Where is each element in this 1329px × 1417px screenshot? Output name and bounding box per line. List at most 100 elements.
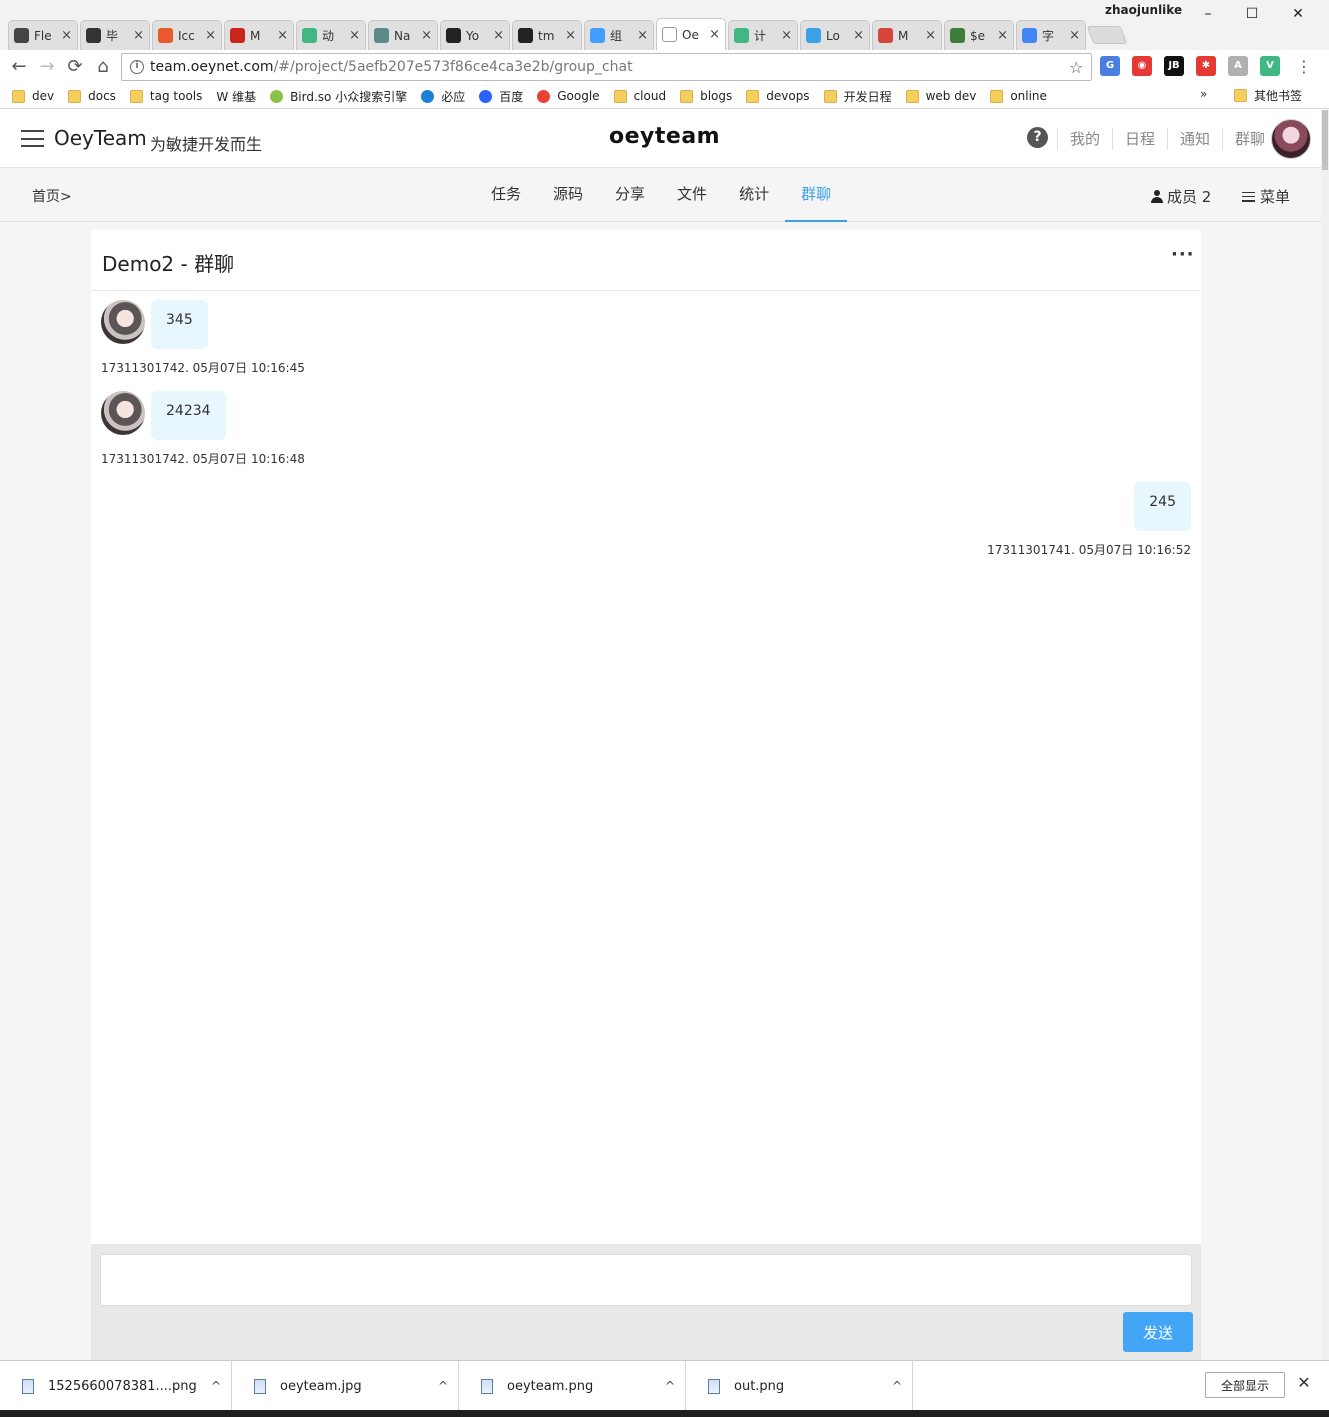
bookmark-item[interactable]: docs	[68, 87, 116, 105]
chevron-up-icon[interactable]: ^	[201, 1379, 231, 1393]
menu-button[interactable]: 菜单	[1242, 186, 1290, 207]
bookmark-item[interactable]: online	[990, 87, 1047, 105]
close-tab-icon[interactable]: ×	[421, 28, 432, 43]
chevron-up-icon[interactable]: ^	[882, 1379, 912, 1393]
address-url[interactable]: team.oeynet.com/#/project/5aefb207e573f8…	[150, 59, 1069, 75]
bookmarks-overflow-icon[interactable]: »	[1200, 87, 1207, 101]
show-all-downloads-button[interactable]: 全部显示	[1205, 1372, 1285, 1398]
hamburger-menu-icon[interactable]	[21, 130, 44, 147]
page-scrollbar[interactable]	[1321, 110, 1329, 1360]
chevron-up-icon[interactable]: ^	[428, 1379, 458, 1393]
close-tab-icon[interactable]: ×	[709, 27, 720, 42]
sender-avatar[interactable]	[101, 300, 145, 344]
bookmark-item[interactable]: web dev	[905, 87, 976, 105]
tab-source[interactable]: 源码	[537, 168, 599, 222]
browser-tab[interactable]: Yo ×	[440, 20, 510, 50]
close-tab-icon[interactable]: ×	[637, 28, 648, 43]
close-tab-icon[interactable]: ×	[349, 28, 360, 43]
tab-files[interactable]: 文件	[661, 168, 723, 222]
tab-tasks[interactable]: 任务	[475, 168, 537, 222]
bookmark-item[interactable]: Google	[537, 87, 600, 105]
back-button[interactable]: ←	[7, 55, 31, 79]
browser-tab[interactable]: 动 ×	[296, 20, 366, 50]
bookmark-item[interactable]: W 维基	[216, 87, 256, 105]
translate-icon[interactable]: G	[1100, 56, 1120, 76]
download-item[interactable]: oeyteam.png ^	[459, 1361, 686, 1411]
jetbrains-icon[interactable]: JB	[1164, 56, 1184, 76]
address-bar[interactable]: i team.oeynet.com/#/project/5aefb207e573…	[121, 53, 1092, 81]
header-link-schedule[interactable]: 日程	[1112, 128, 1167, 150]
download-item[interactable]: 1525660078381....png ^	[0, 1361, 232, 1411]
tab-group-chat[interactable]: 群聊	[785, 168, 848, 222]
new-tab-button[interactable]	[1086, 26, 1128, 44]
message-input[interactable]	[100, 1254, 1192, 1306]
tab-share[interactable]: 分享	[599, 168, 661, 222]
bookmark-item[interactable]: dev	[12, 87, 54, 105]
browser-menu-icon[interactable]: ⋮	[1296, 55, 1312, 79]
browser-tab[interactable]: Oe ×	[656, 18, 726, 50]
red-circle-icon[interactable]: ◉	[1132, 56, 1152, 76]
sender-avatar[interactable]	[101, 391, 145, 435]
bookmark-item[interactable]: blogs	[680, 87, 732, 105]
bookmark-star-icon[interactable]: ☆	[1069, 58, 1091, 77]
download-item[interactable]: oeyteam.jpg ^	[232, 1361, 459, 1411]
browser-tab[interactable]: Lo ×	[800, 20, 870, 50]
browser-tab[interactable]: M ×	[224, 20, 294, 50]
close-tab-icon[interactable]: ×	[1069, 28, 1080, 43]
user-avatar[interactable]	[1271, 119, 1311, 159]
other-bookmarks[interactable]: 其他书签	[1234, 87, 1302, 104]
browser-tab[interactable]: 毕 ×	[80, 20, 150, 50]
close-tab-icon[interactable]: ×	[493, 28, 504, 43]
close-window-button[interactable]: ✕	[1283, 4, 1313, 24]
browser-tab[interactable]: tm ×	[512, 20, 582, 50]
browser-tab[interactable]: Na ×	[368, 20, 438, 50]
bookmark-item[interactable]: 开发日程	[823, 87, 892, 105]
profile-name[interactable]: zhaojunlike	[1105, 3, 1182, 17]
browser-tab[interactable]: Fle ×	[8, 20, 78, 50]
close-tab-icon[interactable]: ×	[277, 28, 288, 43]
bookmark-item[interactable]: cloud	[613, 87, 666, 105]
tab-stats[interactable]: 统计	[723, 168, 785, 222]
members-button[interactable]: 成员 2	[1151, 186, 1211, 207]
info-icon[interactable]: i	[130, 60, 144, 74]
close-tab-icon[interactable]: ×	[133, 28, 144, 43]
close-tab-icon[interactable]: ×	[565, 28, 576, 43]
maximize-button[interactable]: ☐	[1237, 4, 1267, 24]
browser-tab[interactable]: M ×	[872, 20, 942, 50]
close-tab-icon[interactable]: ×	[853, 28, 864, 43]
header-link-group-chat[interactable]: 群聊	[1222, 128, 1277, 150]
close-tab-icon[interactable]: ×	[925, 28, 936, 43]
browser-tab[interactable]: 组 ×	[584, 20, 654, 50]
header-link-notifications[interactable]: 通知	[1167, 128, 1222, 150]
app-logo[interactable]: oeyteam	[609, 124, 720, 149]
close-tab-icon[interactable]: ×	[61, 28, 72, 43]
scrollbar-thumb[interactable]	[1322, 110, 1328, 170]
close-tab-icon[interactable]: ×	[781, 28, 792, 43]
breadcrumb[interactable]: 首页>	[32, 186, 72, 206]
bookmark-item[interactable]: 百度	[479, 87, 523, 105]
browser-tab[interactable]: 字 ×	[1016, 20, 1086, 50]
reload-button[interactable]: ⟳	[63, 55, 87, 79]
minimize-button[interactable]: –	[1193, 4, 1223, 24]
header-link-mine[interactable]: 我的	[1057, 128, 1112, 150]
forward-button[interactable]: →	[35, 55, 59, 79]
close-tab-icon[interactable]: ×	[997, 28, 1008, 43]
home-button[interactable]: ⌂	[91, 55, 115, 79]
close-downloads-icon[interactable]: ✕	[1294, 1373, 1314, 1392]
help-icon[interactable]: ?	[1027, 127, 1048, 148]
bookmark-item[interactable]: Bird.so 小众搜索引擎	[270, 87, 407, 105]
browser-tab[interactable]: 计 ×	[728, 20, 798, 50]
bookmark-item[interactable]: devops	[746, 87, 810, 105]
close-tab-icon[interactable]: ×	[205, 28, 216, 43]
angular-icon[interactable]: A	[1228, 56, 1248, 76]
red-puzzle-icon[interactable]: ✱	[1196, 56, 1216, 76]
vue-devtools-icon[interactable]: V	[1260, 56, 1280, 76]
send-button[interactable]: 发送	[1123, 1312, 1193, 1352]
brand-name[interactable]: OeyTeam	[54, 126, 147, 150]
more-options-icon[interactable]: ···	[1171, 244, 1195, 265]
browser-tab[interactable]: Icc ×	[152, 20, 222, 50]
download-item[interactable]: out.png ^	[686, 1361, 913, 1411]
browser-tab[interactable]: $e ×	[944, 20, 1014, 50]
bookmark-item[interactable]: 必应	[421, 87, 465, 105]
bookmark-item[interactable]: tag tools	[129, 87, 202, 105]
